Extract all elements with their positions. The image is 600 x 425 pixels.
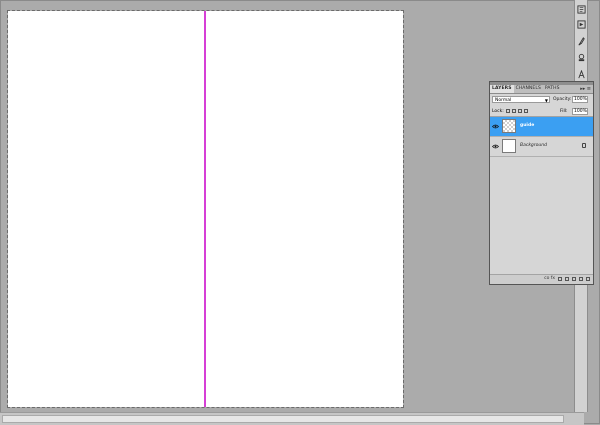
clone-source-icon[interactable] — [576, 52, 586, 62]
new-layer-icon[interactable] — [579, 277, 583, 281]
vertical-guide-line[interactable] — [204, 11, 206, 407]
layers-panel: LAYERS CHANNELS PATHS ▸▸ ≡ Normal ▼ Opac… — [489, 81, 594, 285]
eye-icon[interactable] — [491, 142, 499, 150]
lock-pixels-icon[interactable] — [512, 109, 516, 113]
adjustment-layer-icon[interactable] — [565, 277, 569, 281]
brush-icon[interactable] — [576, 36, 586, 46]
lock-transparency-icon[interactable] — [506, 109, 510, 113]
opacity-field[interactable]: 100% — [572, 96, 588, 103]
add-mask-icon[interactable] — [558, 277, 562, 281]
fill-label: Fill: — [560, 109, 568, 114]
tab-channels[interactable]: CHANNELS — [514, 85, 543, 93]
history-icon[interactable] — [576, 4, 586, 14]
blend-mode-value: Normal — [495, 98, 512, 103]
opacity-label: Opacity: — [553, 97, 572, 102]
blend-row: Normal ▼ Opacity: 100% — [490, 95, 593, 105]
layer-thumbnail — [502, 119, 516, 133]
lock-row: Lock: Fill: 100% — [490, 107, 593, 117]
actions-icon[interactable] — [576, 19, 586, 29]
link-layers-icon[interactable]: co fx — [544, 276, 555, 282]
chevron-down-icon: ▼ — [544, 98, 548, 103]
tab-paths[interactable]: PATHS — [543, 85, 562, 93]
layer-name: Background — [520, 143, 547, 148]
horizontal-scrollbar[interactable] — [0, 412, 584, 425]
new-group-icon[interactable] — [572, 277, 576, 281]
document-canvas[interactable] — [7, 10, 404, 408]
lock-all-icon[interactable] — [524, 109, 528, 113]
trash-icon[interactable] — [586, 277, 590, 281]
fill-field[interactable]: 100% — [572, 108, 588, 115]
tab-layers[interactable]: LAYERS — [490, 85, 514, 93]
footer-buttons: co fx — [544, 276, 590, 282]
layer-name: guide — [520, 123, 535, 128]
character-icon[interactable] — [576, 69, 586, 79]
panel-tabs: LAYERS CHANNELS PATHS ▸▸ ≡ — [490, 85, 593, 94]
eye-icon[interactable] — [491, 122, 499, 130]
panel-menu-icon[interactable]: ▸▸ ≡ — [580, 85, 591, 93]
lock-position-icon[interactable] — [518, 109, 522, 113]
layer-row-guide[interactable]: guide — [490, 117, 593, 137]
layer-thumbnail — [502, 139, 516, 153]
lock-options — [506, 109, 528, 113]
blend-mode-select[interactable]: Normal ▼ — [492, 96, 550, 103]
panel-footer: co fx — [490, 274, 593, 284]
scrollbar-thumb[interactable] — [2, 415, 564, 423]
lock-label: Lock: — [492, 109, 504, 114]
layer-row-background[interactable]: Background — [490, 137, 593, 157]
lock-icon — [582, 143, 586, 148]
